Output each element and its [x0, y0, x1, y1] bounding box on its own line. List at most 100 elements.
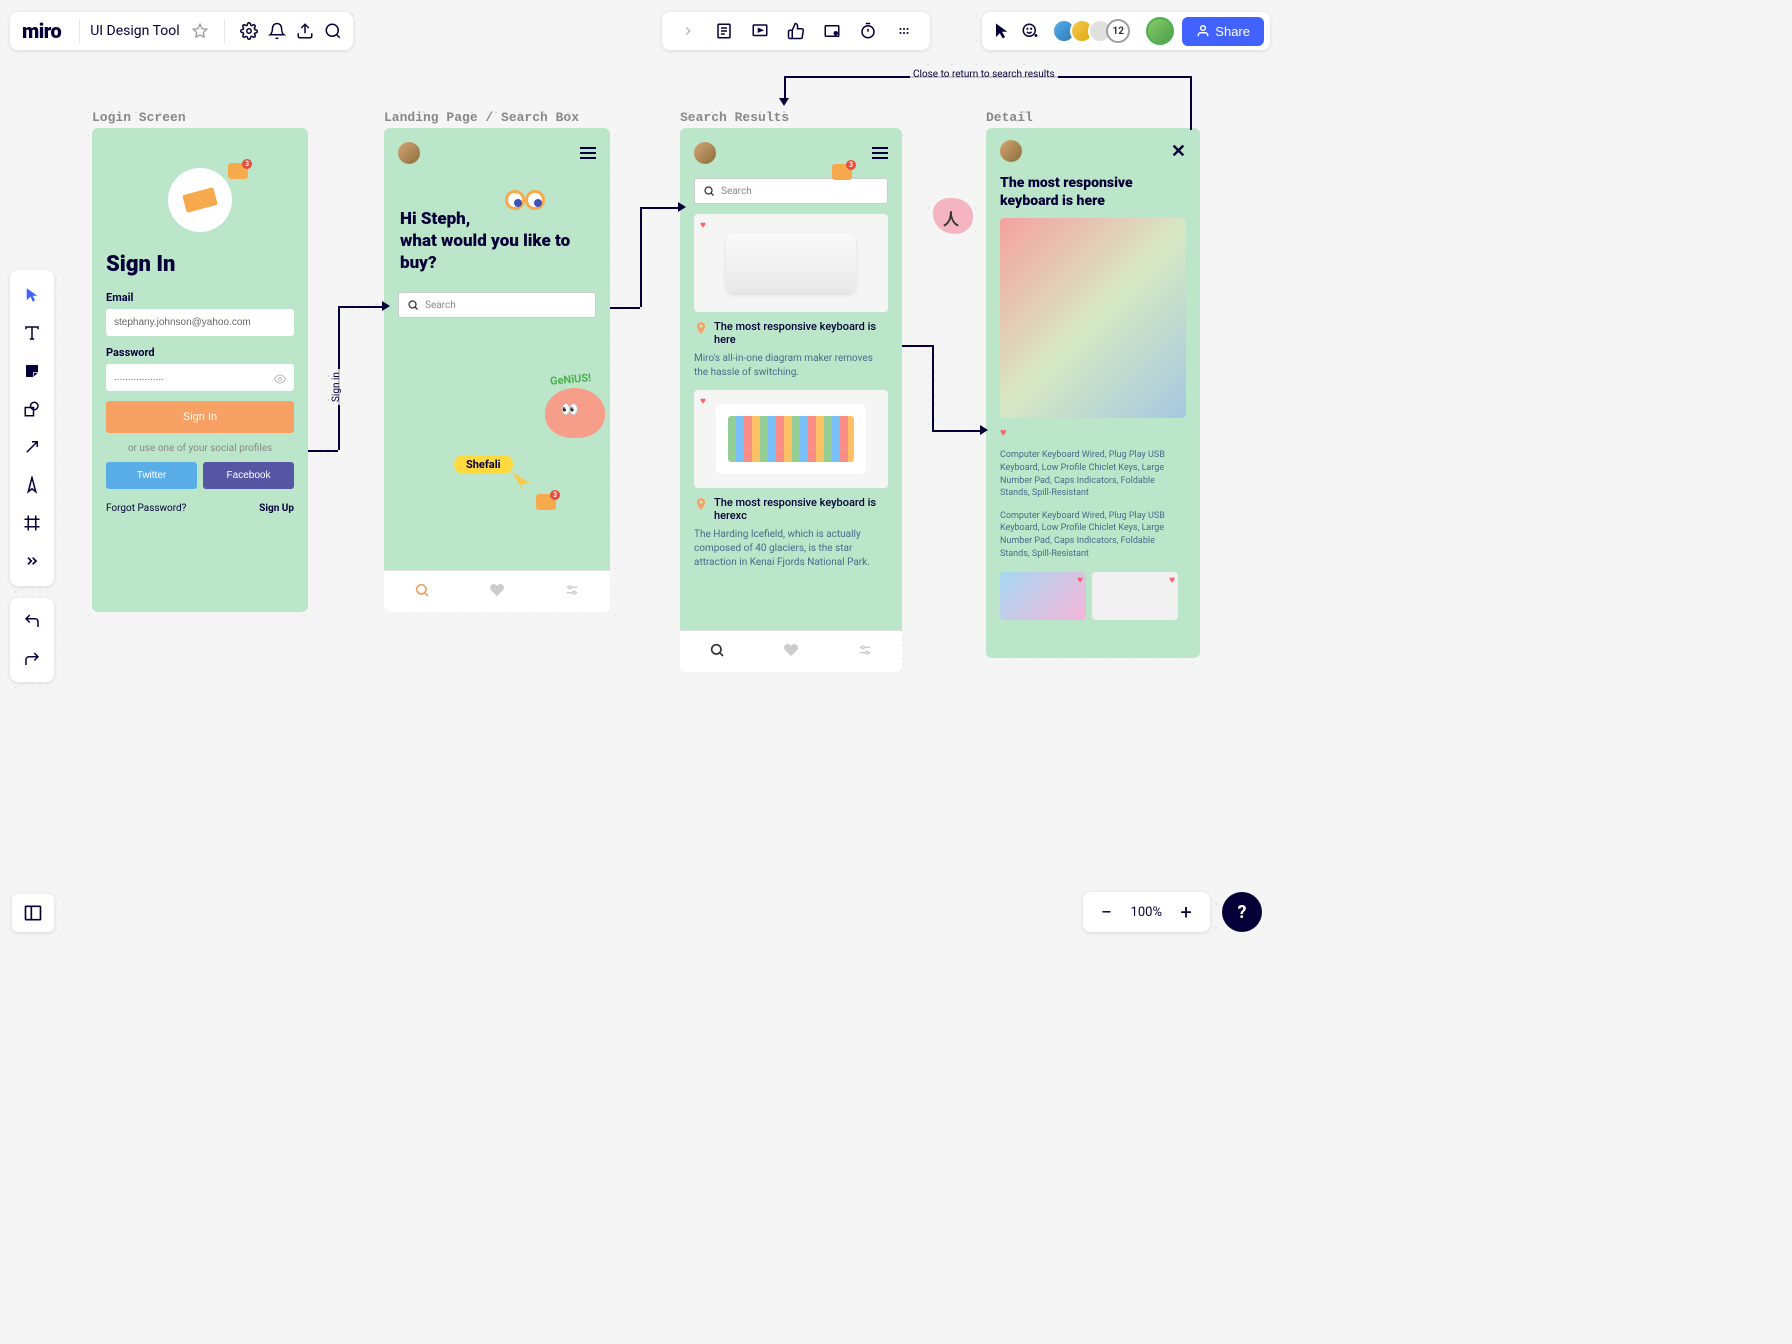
- settings-icon[interactable]: [235, 17, 263, 45]
- search-input[interactable]: Search: [694, 178, 888, 204]
- comment-sticker[interactable]: 3: [832, 164, 852, 180]
- eyes-sticker[interactable]: [505, 190, 545, 214]
- nav-search-icon[interactable]: [709, 642, 725, 662]
- panel-toggle-button[interactable]: [12, 894, 54, 932]
- pen-tool[interactable]: [10, 466, 54, 504]
- frame-results[interactable]: Search ♥ The most responsive keyboard is…: [680, 128, 902, 672]
- share-button[interactable]: Share: [1182, 17, 1264, 46]
- arrow-tool[interactable]: [10, 428, 54, 466]
- brain-sticker[interactable]: [545, 388, 605, 438]
- more-icon[interactable]: [890, 17, 918, 45]
- user-avatar[interactable]: [398, 142, 420, 164]
- flow-arrow[interactable]: [932, 430, 982, 432]
- forgot-password-link[interactable]: Forgot Password?: [106, 503, 186, 514]
- presentation-icon[interactable]: [746, 17, 774, 45]
- undo-button[interactable]: [10, 602, 54, 640]
- reactions-icon[interactable]: [1016, 17, 1044, 45]
- squiggle-sticker[interactable]: [933, 198, 973, 234]
- nav-heart-icon[interactable]: [783, 642, 799, 662]
- thumbs-up-icon[interactable]: [782, 17, 810, 45]
- redo-button[interactable]: [10, 640, 54, 678]
- eye-icon[interactable]: [274, 370, 286, 389]
- frame-detail[interactable]: ✕ The most responsive keyboard is here ♥…: [986, 128, 1200, 658]
- sticky-tool[interactable]: [10, 352, 54, 390]
- heart-icon[interactable]: ♥: [1000, 426, 1007, 439]
- select-tool[interactable]: [10, 276, 54, 314]
- chevron-right-icon[interactable]: [674, 17, 702, 45]
- search-icon[interactable]: [319, 17, 347, 45]
- frame-label-login[interactable]: Login Screen: [92, 110, 186, 125]
- comment-sticker[interactable]: 3: [228, 163, 248, 179]
- flow-arrow[interactable]: [784, 76, 786, 100]
- signin-button[interactable]: Sign In: [106, 401, 294, 433]
- star-icon[interactable]: [186, 17, 214, 45]
- result-image[interactable]: ♥: [694, 214, 888, 312]
- zoom-value[interactable]: 100%: [1131, 905, 1162, 920]
- cursor-icon[interactable]: [988, 17, 1016, 45]
- current-user-avatar[interactable]: [1146, 17, 1174, 45]
- nav-filter-icon[interactable]: [857, 642, 873, 662]
- text-tool[interactable]: [10, 314, 54, 352]
- email-input[interactable]: [106, 309, 294, 336]
- collaborator-count[interactable]: 12: [1106, 19, 1130, 43]
- flow-arrow[interactable]: [932, 345, 934, 431]
- nav-heart-icon[interactable]: [489, 582, 505, 602]
- frame-label-landing[interactable]: Landing Page / Search Box: [384, 110, 579, 125]
- zoom-in-button[interactable]: +: [1172, 898, 1200, 926]
- signup-link[interactable]: Sign Up: [259, 503, 294, 514]
- heart-icon[interactable]: ♥: [700, 396, 706, 407]
- user-avatar[interactable]: [694, 142, 716, 164]
- search-placeholder: Search: [425, 300, 456, 311]
- timer-icon[interactable]: [854, 17, 882, 45]
- board-title[interactable]: UI Design Tool: [90, 23, 179, 39]
- frame-label-detail[interactable]: Detail: [986, 110, 1033, 125]
- password-input[interactable]: [106, 364, 294, 391]
- collaborator-name-tag[interactable]: Shefali: [454, 455, 513, 474]
- menu-icon[interactable]: [872, 147, 888, 159]
- close-icon[interactable]: ✕: [1171, 141, 1186, 162]
- note-icon[interactable]: [710, 17, 738, 45]
- flow-label-close[interactable]: Close to return to search results: [910, 68, 1058, 81]
- result-image[interactable]: ♥: [694, 390, 888, 488]
- flow-arrow[interactable]: [308, 450, 338, 452]
- more-tools[interactable]: [10, 542, 54, 580]
- comment-sticker[interactable]: 3: [536, 494, 556, 510]
- bell-icon[interactable]: [263, 17, 291, 45]
- flow-arrow[interactable]: [1190, 76, 1192, 130]
- frame-landing[interactable]: Hi Steph, what would you like to buy? Se…: [384, 128, 610, 612]
- miro-logo[interactable]: miro: [22, 19, 61, 43]
- cursor-sticker[interactable]: [510, 470, 534, 494]
- shape-tool[interactable]: [10, 390, 54, 428]
- heart-icon[interactable]: ♥: [1077, 575, 1083, 586]
- nav-search-icon[interactable]: [414, 582, 430, 602]
- help-button[interactable]: ?: [1222, 892, 1262, 932]
- divider: [224, 19, 225, 43]
- flow-arrow[interactable]: [610, 307, 640, 309]
- detail-hero-image[interactable]: [1000, 218, 1186, 418]
- frame-label-results[interactable]: Search Results: [680, 110, 789, 125]
- frame-tool[interactable]: [10, 504, 54, 542]
- flow-arrow[interactable]: [640, 207, 680, 209]
- menu-icon[interactable]: [580, 147, 596, 159]
- twitter-button[interactable]: Twitter: [106, 462, 197, 489]
- heart-icon[interactable]: ♥: [1169, 575, 1175, 586]
- thumbnail-image[interactable]: ♥: [1000, 572, 1086, 620]
- result-title[interactable]: The most responsive keyboard is herexc: [714, 496, 888, 522]
- result-title[interactable]: The most responsive keyboard is here: [714, 320, 888, 346]
- flow-arrow[interactable]: [902, 345, 932, 347]
- user-avatar[interactable]: [1000, 140, 1022, 162]
- facebook-button[interactable]: Facebook: [203, 462, 294, 489]
- flow-arrow[interactable]: [338, 306, 384, 308]
- thumbnail-image[interactable]: ♥: [1092, 572, 1178, 620]
- zoom-out-button[interactable]: −: [1093, 898, 1121, 926]
- card-icon[interactable]: [818, 17, 846, 45]
- password-label: Password: [106, 346, 294, 359]
- heart-icon[interactable]: ♥: [700, 220, 706, 231]
- export-icon[interactable]: [291, 17, 319, 45]
- frame-login[interactable]: Sign In Email Password Sign In or use on…: [92, 128, 308, 612]
- avatar-stack[interactable]: 12: [1052, 19, 1130, 43]
- nav-filter-icon[interactable]: [564, 582, 580, 602]
- flow-arrow[interactable]: [640, 207, 642, 307]
- flow-label-signin[interactable]: Sign in: [330, 369, 343, 405]
- search-input[interactable]: Search: [398, 292, 596, 318]
